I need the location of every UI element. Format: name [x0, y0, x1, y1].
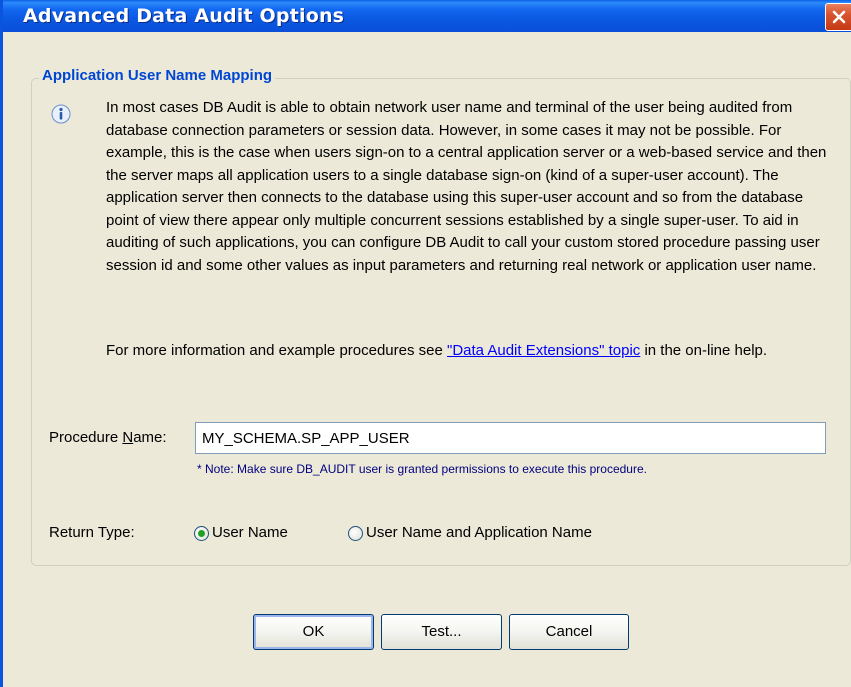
radio-user-and-app-name[interactable]: User Name and Application Name: [348, 523, 592, 543]
procedure-name-input[interactable]: [195, 422, 826, 454]
procedure-label-accesskey: N: [122, 429, 134, 446]
radio-user-name-label: User Name: [212, 524, 288, 541]
ok-button[interactable]: OK: [253, 614, 374, 650]
groupbox-title: Application User Name Mapping: [39, 66, 276, 86]
data-audit-extensions-link[interactable]: "Data Audit Extensions" topic: [447, 342, 640, 359]
description-text: In most cases DB Audit is able to obtain…: [106, 99, 827, 274]
radio-user-name[interactable]: User Name: [194, 523, 288, 543]
return-type-label: Return Type:: [49, 524, 135, 541]
cancel-button[interactable]: Cancel: [509, 614, 629, 650]
radio-user-and-app-name-label: User Name and Application Name: [366, 524, 592, 541]
permissions-note: * Note: Make sure DB_AUDIT user is grant…: [197, 462, 647, 476]
more-info-prefix: For more information and example procedu…: [106, 342, 448, 359]
radio-user-name-circle[interactable]: [194, 525, 209, 541]
test-button[interactable]: Test...: [381, 614, 502, 650]
more-info-text: For more information and example procedu…: [106, 340, 836, 363]
close-button[interactable]: [825, 3, 851, 31]
window-title: Advanced Data Audit Options: [23, 5, 345, 27]
info-icon: [51, 104, 71, 124]
dialog-window: Advanced Data Audit Options Application …: [0, 0, 851, 687]
close-icon: [832, 10, 846, 24]
title-bar[interactable]: Advanced Data Audit Options: [3, 0, 851, 32]
more-info-suffix: in the on-line help.: [640, 342, 768, 359]
radio-user-and-app-name-circle[interactable]: [348, 525, 363, 541]
procedure-name-label: Procedure Name:: [49, 428, 167, 448]
procedure-label-prefix: Procedure: [49, 429, 123, 446]
procedure-label-suffix: ame:: [133, 429, 167, 446]
